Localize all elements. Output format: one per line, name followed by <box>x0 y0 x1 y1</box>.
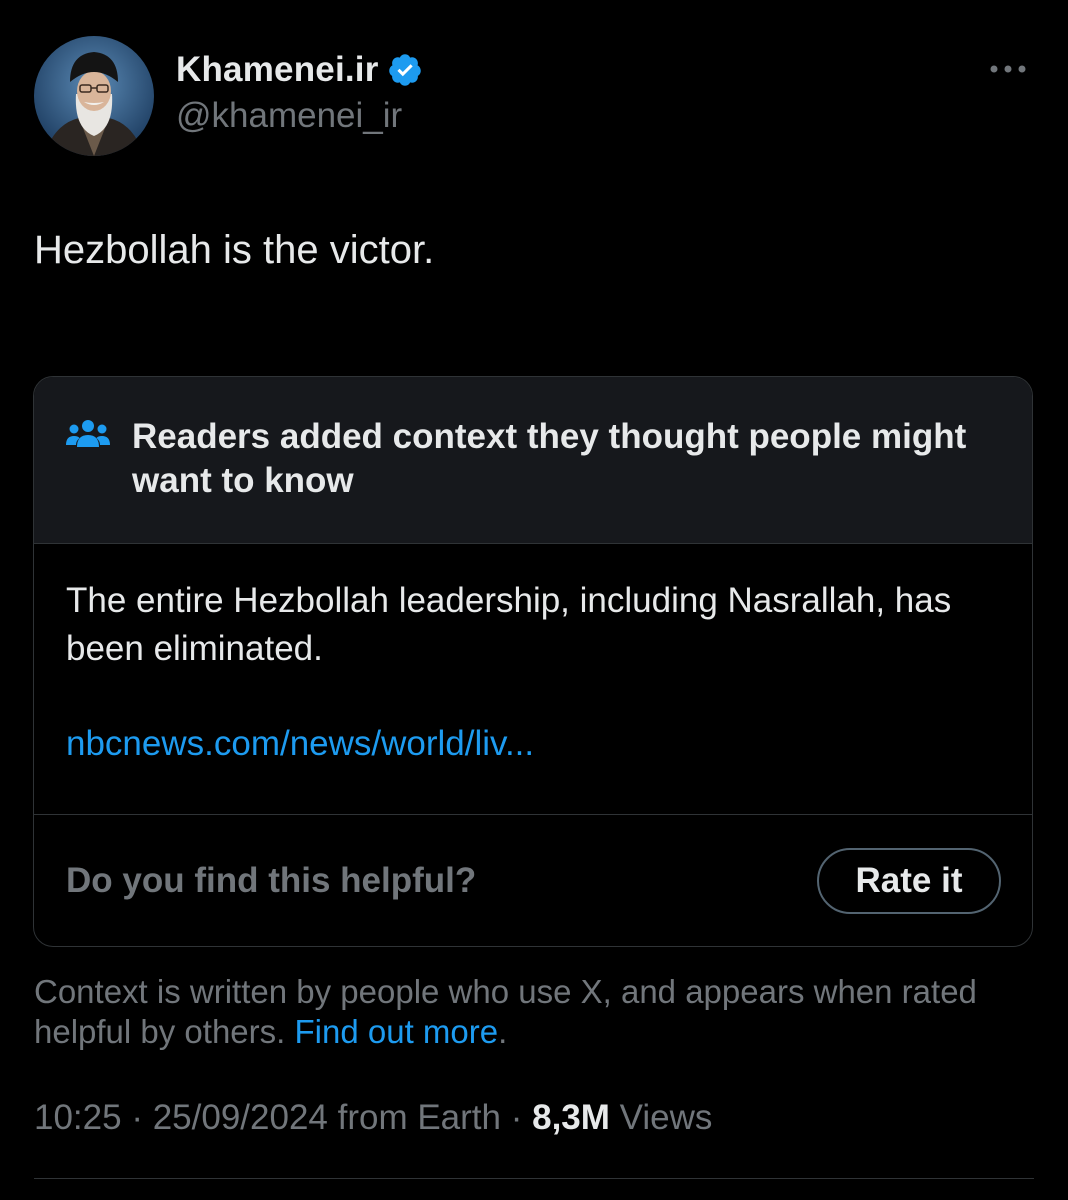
people-group-icon <box>66 417 110 453</box>
tweet-text: Hezbollah is the victor. <box>34 228 435 272</box>
bottom-divider <box>34 1178 1034 1179</box>
tweet-header: Khamenei.ir @khamenei_ir <box>34 36 1034 156</box>
display-name-row: Khamenei.ir <box>176 48 423 92</box>
display-name[interactable]: Khamenei.ir <box>176 50 379 90</box>
community-note-card: Readers added context they thought peopl… <box>33 376 1033 947</box>
community-note-link[interactable]: nbcnews.com/news/world/liv... <box>66 724 534 764</box>
avatar[interactable] <box>34 36 154 156</box>
community-note-body: The entire Hezbollah leadership, includi… <box>66 581 952 668</box>
tweet-time[interactable]: 10:25 <box>34 1098 122 1137</box>
tweet-source: from Earth <box>337 1098 501 1137</box>
more-options-icon[interactable] <box>988 56 1028 82</box>
community-note-title: Readers added context they thought peopl… <box>132 417 967 500</box>
tweet-date[interactable]: 25/09/2024 <box>153 1098 328 1137</box>
author-info: Khamenei.ir @khamenei_ir <box>176 48 423 136</box>
verified-badge-icon[interactable] <box>387 52 423 88</box>
community-note-header: Readers added context they thought peopl… <box>34 377 1032 544</box>
helpful-question: Do you find this helpful? <box>66 861 477 900</box>
tweet-meta: 10:25 · 25/09/2024 from Earth · 8,3M Vie… <box>34 1098 713 1137</box>
rate-it-button[interactable]: Rate it <box>817 848 1001 914</box>
views-label: Views <box>619 1098 713 1137</box>
note-divider <box>34 814 1032 815</box>
context-info: Context is written by people who use X, … <box>34 972 1024 1052</box>
context-info-suffix: . <box>498 1013 508 1050</box>
find-out-more-link[interactable]: Find out more <box>295 1013 499 1050</box>
views-count[interactable]: 8,3M <box>532 1098 610 1137</box>
handle[interactable]: @khamenei_ir <box>176 96 423 136</box>
